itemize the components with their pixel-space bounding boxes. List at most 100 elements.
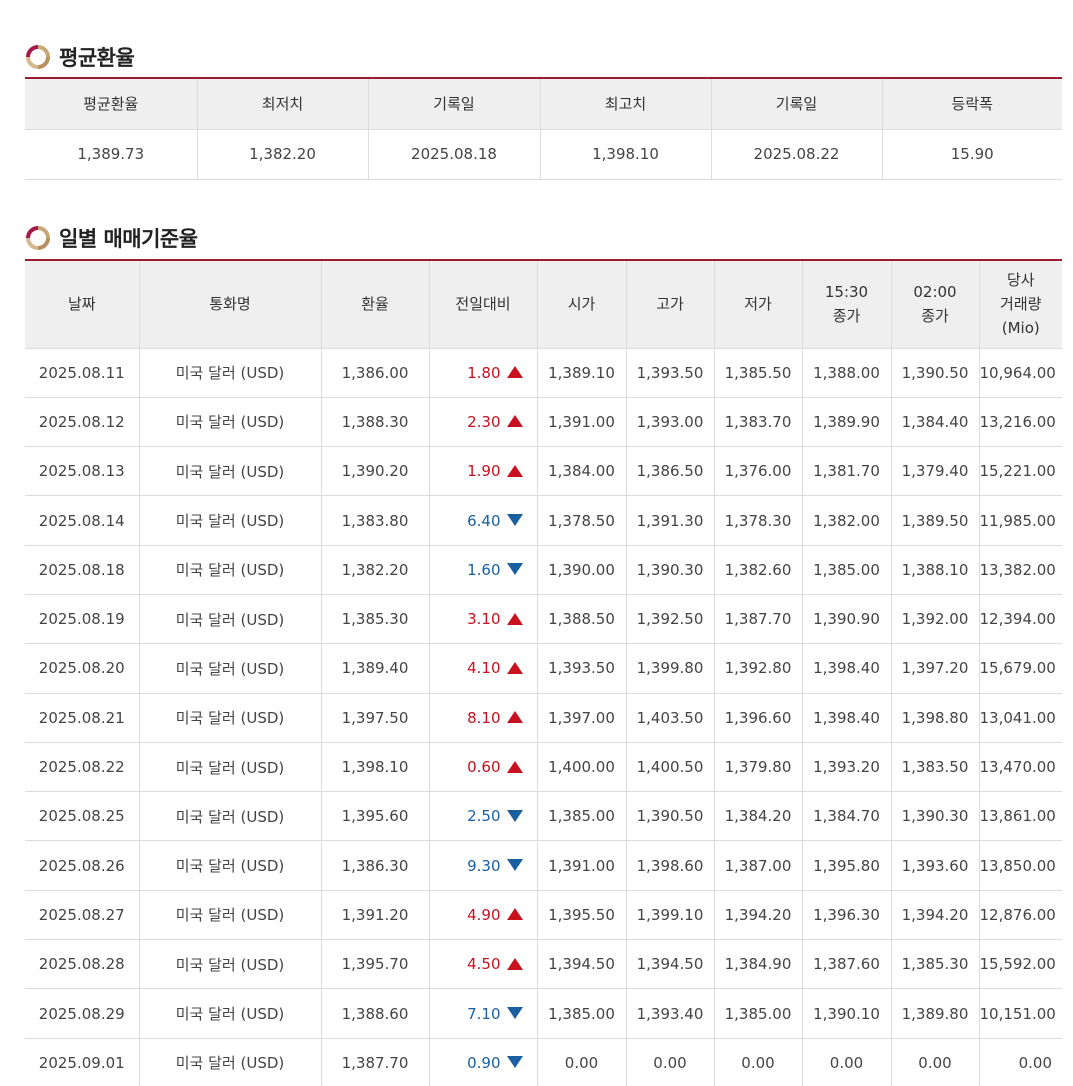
cell-low: 1,387.00 xyxy=(713,840,802,891)
cell-date: 2025.09.01 xyxy=(25,1038,139,1086)
change-value: 2.30 xyxy=(467,412,501,431)
triangle-down-icon xyxy=(506,1056,523,1069)
cell-open: 1,394.50 xyxy=(536,939,626,990)
cell-high: 1,393.40 xyxy=(625,988,714,1039)
cell-close0200: 1,389.80 xyxy=(890,988,979,1039)
cell-rate: 1,390.20 xyxy=(320,446,429,497)
cell-volume: 13,861.00 xyxy=(978,791,1062,842)
cell-open: 0.00 xyxy=(536,1038,626,1086)
triangle-up-icon xyxy=(506,661,523,674)
cell-low: 1,376.00 xyxy=(713,446,802,497)
cell-date: 2025.08.28 xyxy=(25,939,139,990)
table-row: 2025.09.01 미국 달러 (USD) 1,387.70 0.90 0.00 0.0… xyxy=(25,1038,1062,1086)
cell-change: 1.80 xyxy=(428,348,537,398)
circular-bank-logo-icon xyxy=(26,226,50,250)
header-line: 환율 xyxy=(361,295,389,314)
cell-close0200: 1,384.40 xyxy=(890,397,979,448)
change-value: 4.10 xyxy=(467,659,501,678)
header-rate: 환율 xyxy=(320,260,429,349)
cell-close1530: 1,398.40 xyxy=(801,693,891,743)
cell-low: 1,383.70 xyxy=(713,397,802,448)
change-value: 1.60 xyxy=(467,560,501,579)
cell-currency: 미국 달러 (USD) xyxy=(138,348,321,398)
cell-close0200: 0.00 xyxy=(890,1038,979,1086)
cell-open: 1,388.50 xyxy=(536,594,626,645)
cell-close0200: 1,397.20 xyxy=(890,643,979,694)
cell-rate: 1,388.60 xyxy=(320,988,429,1039)
cell-change: 4.10 xyxy=(428,643,537,694)
cell-rate: 1,395.60 xyxy=(320,791,429,842)
cell-volume: 13,041.00 xyxy=(978,693,1062,743)
header-line: (Mio) xyxy=(1001,319,1040,338)
cell-close0200: 1,390.30 xyxy=(890,791,979,842)
table-row: 2025.08.11 미국 달러 (USD) 1,386.00 1.80 1,389.1… xyxy=(25,348,1062,398)
cell-high: 1,390.50 xyxy=(625,791,714,842)
table-row: 2025.08.26 미국 달러 (USD) 1,386.30 9.30 1,391.0… xyxy=(25,840,1062,891)
cell-close1530: 1,396.30 xyxy=(801,890,891,941)
header-line: 고가 xyxy=(656,295,684,314)
cell-high: 1,391.30 xyxy=(625,495,714,546)
table-row: 2025.08.19 미국 달러 (USD) 1,385.30 3.10 1,388.5… xyxy=(25,594,1062,645)
cell-high: 1,398.60 xyxy=(625,840,714,891)
cell-date: 2025.08.21 xyxy=(25,693,139,743)
value-lowest-date: 2025.08.18 xyxy=(367,129,540,180)
cell-volume: 15,592.00 xyxy=(978,939,1062,990)
cell-rate: 1,382.20 xyxy=(320,545,429,595)
cell-volume: 15,679.00 xyxy=(978,643,1062,694)
cell-close1530: 1,388.00 xyxy=(801,348,891,398)
cell-close0200: 1,393.60 xyxy=(890,840,979,891)
cell-date: 2025.08.25 xyxy=(25,791,139,842)
cell-date: 2025.08.19 xyxy=(25,594,139,645)
header-line: 02:00 xyxy=(913,283,957,302)
header-line: 전일대비 xyxy=(455,295,511,314)
value-average-rate: 1,389.73 xyxy=(25,129,197,180)
triangle-up-icon xyxy=(506,957,523,970)
cell-rate: 1,387.70 xyxy=(320,1038,429,1086)
cell-date: 2025.08.20 xyxy=(25,643,139,694)
cell-close0200: 1,389.50 xyxy=(890,495,979,546)
cell-close1530: 1,398.40 xyxy=(801,643,891,694)
cell-volume: 10,151.00 xyxy=(978,988,1062,1039)
cell-close1530: 1,393.20 xyxy=(801,742,891,793)
cell-low: 1,378.30 xyxy=(713,495,802,546)
cell-volume: 13,850.00 xyxy=(978,840,1062,891)
table-row: 2025.08.20 미국 달러 (USD) 1,389.40 4.10 1,393.5… xyxy=(25,643,1062,694)
cell-close1530: 1,390.10 xyxy=(801,988,891,1039)
cell-rate: 1,391.20 xyxy=(320,890,429,941)
average-rate-table: 평균환율 최저치 기록일 최고치 기록일 등락폭 1,389.73 1,382.… xyxy=(25,77,1062,180)
cell-volume: 12,394.00 xyxy=(978,594,1062,645)
cell-low: 0.00 xyxy=(713,1038,802,1086)
cell-rate: 1,383.80 xyxy=(320,495,429,546)
cell-low: 1,379.80 xyxy=(713,742,802,793)
cell-high: 1,390.30 xyxy=(625,545,714,595)
daily-rate-section-title: 일별 매매기준율 xyxy=(25,223,198,253)
header-volume: 당사 거래량 (Mio) xyxy=(978,260,1062,349)
header-line: 통화명 xyxy=(209,295,251,314)
header-highest: 최고치 xyxy=(539,78,711,130)
triangle-up-icon xyxy=(506,760,523,773)
cell-open: 1,390.00 xyxy=(536,545,626,595)
cell-close0200: 1,383.50 xyxy=(890,742,979,793)
cell-open: 1,400.00 xyxy=(536,742,626,793)
cell-close0200: 1,379.40 xyxy=(890,446,979,497)
header-line: 종가 xyxy=(921,307,949,326)
cell-change: 3.10 xyxy=(428,594,537,645)
cell-low: 1,384.20 xyxy=(713,791,802,842)
cell-close1530: 1,387.60 xyxy=(801,939,891,990)
change-value: 3.10 xyxy=(467,610,501,629)
change-value: 9.30 xyxy=(467,856,501,875)
cell-change: 1.60 xyxy=(428,545,537,595)
cell-rate: 1,389.40 xyxy=(320,643,429,694)
cell-open: 1,384.00 xyxy=(536,446,626,497)
cell-currency: 미국 달러 (USD) xyxy=(138,1038,321,1086)
cell-currency: 미국 달러 (USD) xyxy=(138,594,321,645)
header-range: 등락폭 xyxy=(881,78,1062,130)
triangle-up-icon xyxy=(506,908,523,921)
cell-rate: 1,398.10 xyxy=(320,742,429,793)
cell-currency: 미국 달러 (USD) xyxy=(138,840,321,891)
cell-rate: 1,386.00 xyxy=(320,348,429,398)
header-line: 당사 xyxy=(1006,271,1035,290)
cell-change: 0.60 xyxy=(428,742,537,793)
cell-currency: 미국 달러 (USD) xyxy=(138,495,321,546)
cell-low: 1,394.20 xyxy=(713,890,802,941)
